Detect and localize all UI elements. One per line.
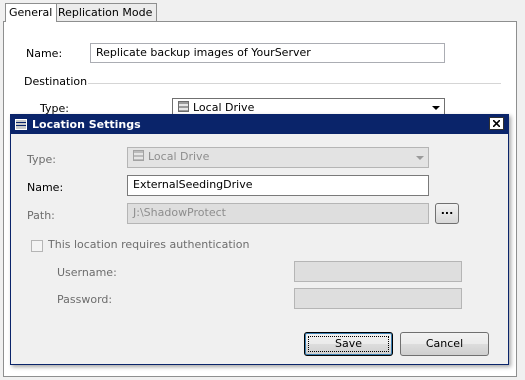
destination-type-value: Local Drive [193, 101, 255, 114]
drive-icon [178, 101, 189, 112]
dialog-type-select: Local Drive [127, 147, 429, 168]
name-label: Name: [26, 47, 63, 60]
dialog-name-label: Name: [27, 181, 64, 194]
replication-name-field[interactable]: Replicate backup images of YourServer [90, 43, 445, 63]
chevron-down-icon [432, 106, 440, 110]
drive-icon [15, 119, 27, 130]
cancel-button-label: Cancel [425, 337, 464, 350]
location-name-field[interactable]: ExternalSeedingDrive [127, 175, 429, 196]
authentication-checkbox[interactable] [31, 240, 43, 252]
save-button[interactable]: Save [304, 332, 393, 356]
destination-heading: Destination [24, 75, 88, 88]
dialog-path-label: Path: [27, 209, 55, 222]
location-settings-dialog: Location Settings Type: Local Drive Name… [10, 114, 509, 365]
password-label: Password: [57, 293, 113, 306]
focus-ring [308, 336, 389, 352]
path-field: J:\ShadowProtect [127, 203, 429, 224]
browse-button[interactable]: ... [435, 203, 459, 224]
authentication-checkbox-label: This location requires authentication [48, 238, 250, 251]
username-label: Username: [57, 266, 117, 279]
destination-divider [88, 83, 501, 84]
tab-general[interactable]: General [5, 3, 57, 22]
close-icon [493, 120, 500, 127]
dialog-type-label: Type: [27, 153, 56, 166]
dialog-title: Location Settings [32, 118, 141, 131]
cancel-button[interactable]: Cancel [400, 332, 489, 356]
username-field [294, 261, 462, 282]
password-field [294, 288, 462, 309]
drive-icon [133, 150, 144, 161]
chevron-down-icon [416, 156, 424, 160]
tab-replication-mode[interactable]: Replication Mode [54, 3, 157, 21]
dialog-type-value: Local Drive [148, 150, 210, 163]
dialog-titlebar[interactable]: Location Settings [11, 115, 508, 134]
close-button[interactable] [489, 117, 504, 130]
